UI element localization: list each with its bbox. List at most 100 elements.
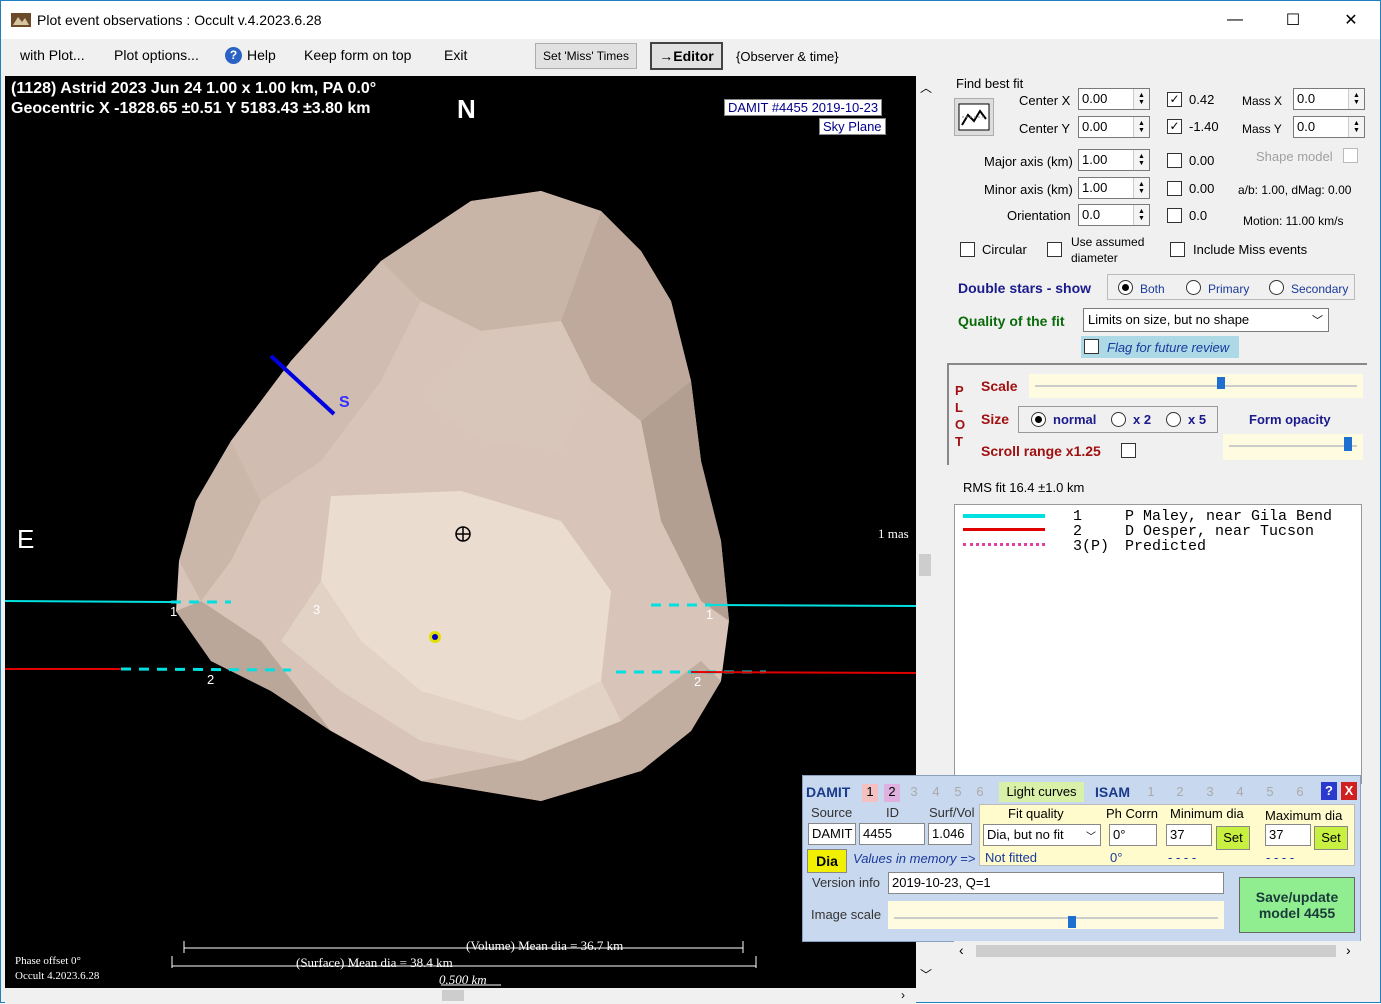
dia-button[interactable]: Dia (807, 849, 847, 873)
spin-arrows-icon[interactable]: ▲ ▼ (1348, 117, 1364, 137)
isam-tab-4[interactable]: 4 (1232, 784, 1248, 802)
damit-tab-1[interactable]: 1 (862, 784, 878, 802)
minor-axis-input[interactable]: 1.00 ▲ ▼ (1078, 177, 1150, 199)
opacity-slider[interactable] (1223, 434, 1363, 460)
scroll-range-checkbox[interactable] (1121, 443, 1136, 458)
center-y-checkbox[interactable]: ✓ (1167, 119, 1182, 134)
size-x5-radio[interactable] (1166, 412, 1181, 427)
set-min-button[interactable]: Set (1216, 826, 1250, 850)
center-x-input[interactable]: 0.00 ▲ ▼ (1078, 88, 1150, 110)
spin-arrows-icon[interactable]: ▲ ▼ (1133, 205, 1149, 225)
set-miss-times-button[interactable]: Set 'Miss' Times (535, 43, 637, 69)
primary-radio[interactable] (1186, 280, 1201, 295)
window-title: Plot event observations : Occult v.4.202… (37, 12, 322, 28)
shape-model-label: Shape model (1256, 149, 1333, 164)
menu-keep-on-top[interactable]: Keep form on top (304, 47, 411, 63)
quality-fit-select[interactable]: Limits on size, but no shape ﹀ (1083, 308, 1329, 332)
hscroll-thumb[interactable] (442, 990, 464, 1001)
spin-arrows-icon[interactable]: ▲ ▼ (1133, 89, 1149, 109)
best-fit-button[interactable] (954, 98, 994, 136)
spin-arrows-icon[interactable]: ▲ ▼ (1133, 117, 1149, 137)
close-x-button[interactable]: X (1341, 782, 1357, 800)
scroll-right-icon[interactable]: › (901, 988, 905, 1002)
version-info-field[interactable]: 2019-10-23, Q=1 (888, 872, 1224, 894)
menu-exit[interactable]: Exit (444, 47, 467, 63)
legend-scroll-thumb[interactable] (976, 945, 1336, 957)
isam-tab-3[interactable]: 3 (1202, 784, 1218, 802)
orientation-label: Orientation (1007, 208, 1071, 223)
scroll-down-icon[interactable]: ﹀ (920, 966, 932, 983)
damit-tab-3[interactable]: 3 (906, 784, 922, 802)
min-dia-memory: - - - - (1168, 850, 1197, 865)
damit-tab-4[interactable]: 4 (928, 784, 944, 802)
minor-axis-checkbox[interactable] (1167, 181, 1182, 196)
legend-horizontal-scrollbar[interactable]: ‹ › (954, 941, 1362, 961)
isam-tab-2[interactable]: 2 (1172, 784, 1188, 802)
isam-tab-5[interactable]: 5 (1262, 784, 1278, 802)
opacity-slider-thumb[interactable] (1344, 437, 1352, 451)
center-y-label: Center Y (1019, 121, 1071, 136)
major-axis-checkbox[interactable] (1167, 153, 1182, 168)
flag-review-checkbox[interactable] (1084, 339, 1099, 354)
size-normal-radio[interactable] (1031, 412, 1046, 427)
isam-tab-1[interactable]: 1 (1143, 784, 1159, 802)
spin-arrows-icon[interactable]: ▲ ▼ (1133, 150, 1149, 170)
damit-tab-6[interactable]: 6 (972, 784, 988, 802)
scale-slider-thumb[interactable] (1217, 377, 1225, 389)
menu-observer-time[interactable]: {Observer & time} (736, 49, 839, 64)
flag-review-label: Flag for future review (1107, 340, 1230, 355)
save-model-button[interactable]: Save/update model 4455 (1239, 877, 1355, 933)
center-y-input[interactable]: 0.00 ▲ ▼ (1078, 116, 1150, 138)
scroll-right-icon[interactable]: › (1346, 942, 1351, 958)
image-scale-slider[interactable] (888, 901, 1224, 929)
center-x-checkbox[interactable]: ✓ (1167, 92, 1182, 107)
damit-tab-2[interactable]: 2 (884, 784, 900, 802)
plot-horizontal-scrollbar[interactable]: › (5, 988, 916, 1004)
chevron-down-icon: ﹀ (1312, 315, 1323, 327)
both-radio[interactable] (1118, 280, 1133, 295)
set-max-button[interactable]: Set (1314, 826, 1348, 850)
orientation-checkbox[interactable] (1167, 208, 1182, 223)
min-dia-label: Minimum dia (1170, 806, 1244, 821)
include-miss-checkbox[interactable] (1170, 242, 1185, 257)
damit-tab-5[interactable]: 5 (950, 784, 966, 802)
spin-arrows-icon[interactable]: ▲ ▼ (1348, 89, 1364, 109)
max-dia-field[interactable]: 37 (1265, 824, 1311, 846)
menu-with-plot[interactable]: with Plot... (20, 47, 85, 63)
use-assumed-checkbox[interactable] (1047, 242, 1062, 257)
circular-checkbox[interactable] (960, 242, 975, 257)
close-button[interactable]: ✕ (1322, 1, 1380, 39)
size-x2-radio[interactable] (1111, 412, 1126, 427)
min-dia-field[interactable]: 37 (1166, 824, 1212, 846)
shape-model-checkbox[interactable] (1343, 148, 1358, 163)
editor-button[interactable]: →Editor (650, 42, 723, 70)
plot-area[interactable]: (1128) Astrid 2023 Jun 24 1.00 x 1.00 km… (5, 76, 916, 988)
image-scale-slider-thumb[interactable] (1068, 916, 1076, 928)
surf-vol-field[interactable]: 1.046 (928, 823, 972, 845)
light-curves-button[interactable]: Light curves (999, 782, 1084, 802)
orientation-input[interactable]: 0.0 ▲ ▼ (1078, 204, 1150, 226)
scroll-up-icon[interactable]: ︿ (920, 79, 932, 96)
source-field[interactable]: DAMIT (808, 823, 856, 845)
north-label: N (457, 94, 476, 124)
mass-x-input[interactable]: 0.0 ▲ ▼ (1293, 88, 1365, 110)
scale-slider[interactable] (1029, 374, 1363, 398)
menu-plot-options[interactable]: Plot options... (114, 47, 199, 63)
major-axis-input[interactable]: 1.00 ▲ ▼ (1078, 149, 1150, 171)
size-x5-label: x 5 (1188, 412, 1207, 427)
secondary-radio[interactable] (1269, 280, 1284, 295)
fit-quality-select[interactable]: Dia, but no fit ﹀ (983, 824, 1101, 846)
maximize-button[interactable]: ☐ (1264, 1, 1322, 39)
legend-num-3: 3(P) (1073, 538, 1110, 555)
isam-tab-6[interactable]: 6 (1292, 784, 1308, 802)
ph-corrn-field[interactable]: 0° (1109, 824, 1157, 846)
mass-y-input[interactable]: 0.0 ▲ ▼ (1293, 116, 1365, 138)
help-q-button[interactable]: ? (1321, 782, 1337, 800)
scroll-left-icon[interactable]: ‹ (959, 942, 964, 958)
scroll-thumb[interactable] (919, 554, 931, 576)
minimize-button[interactable]: — (1206, 1, 1264, 39)
menu-help[interactable]: Help (247, 47, 276, 63)
id-field[interactable]: 4455 (859, 823, 925, 845)
spin-arrows-icon[interactable]: ▲ ▼ (1133, 178, 1149, 198)
south-label: S (339, 394, 350, 411)
